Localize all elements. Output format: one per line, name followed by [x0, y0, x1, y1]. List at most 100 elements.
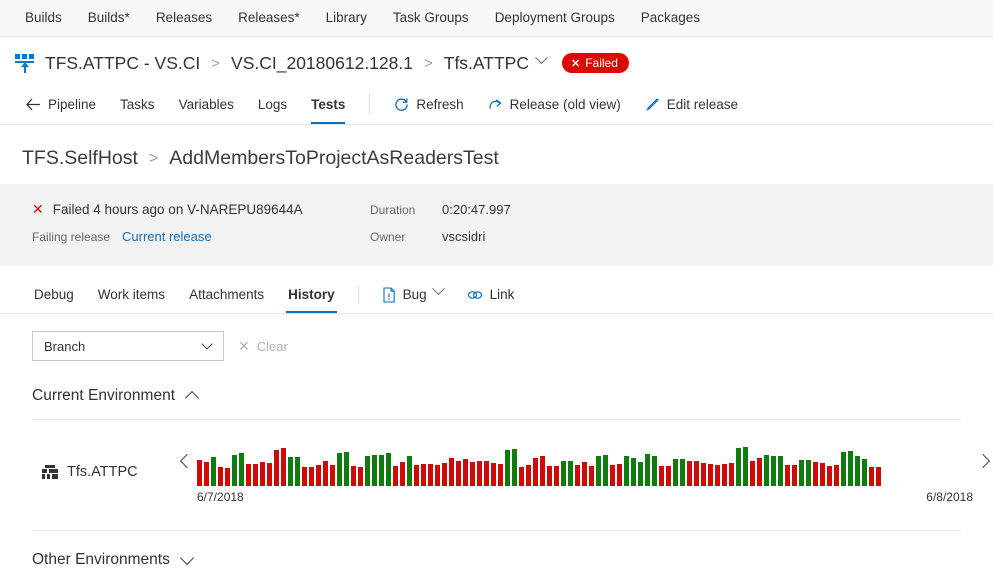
history-bar[interactable] [204, 462, 209, 486]
history-bar[interactable] [519, 467, 524, 486]
refresh-button[interactable]: Refresh [382, 85, 475, 124]
hub-nav-item[interactable]: Builds [12, 0, 75, 36]
history-bar[interactable] [498, 464, 503, 486]
history-bar[interactable] [274, 450, 279, 486]
hub-nav-item[interactable]: Releases* [225, 0, 313, 36]
history-bar[interactable] [449, 458, 454, 486]
tab-debug[interactable]: Debug [22, 276, 86, 313]
history-bar[interactable] [673, 459, 678, 486]
history-bar[interactable] [848, 451, 853, 486]
history-bar[interactable] [827, 466, 832, 486]
history-bar[interactable] [575, 465, 580, 486]
history-bar[interactable] [806, 460, 811, 486]
history-bar[interactable] [701, 463, 706, 486]
history-bar[interactable] [267, 463, 272, 486]
current-environment-section-header[interactable]: Current Environment [0, 387, 200, 406]
history-bar[interactable] [533, 458, 538, 486]
history-bar[interactable] [785, 465, 790, 486]
history-bar[interactable] [505, 450, 510, 486]
history-bar[interactable] [232, 455, 237, 486]
chevron-down-icon[interactable] [431, 282, 445, 296]
edit-release-button[interactable]: Edit release [633, 85, 750, 124]
history-bar[interactable] [477, 461, 482, 486]
tab-logs[interactable]: Logs [246, 85, 299, 124]
history-bar[interactable] [351, 466, 356, 486]
history-bar[interactable] [722, 464, 727, 486]
history-bar[interactable] [358, 467, 363, 486]
history-bar[interactable] [344, 452, 349, 486]
history-bar[interactable] [638, 462, 643, 486]
clear-filters-button[interactable]: ✕ Clear [238, 338, 288, 355]
history-bar[interactable] [295, 457, 300, 486]
history-bar[interactable] [757, 458, 762, 486]
history-bar[interactable] [589, 466, 594, 486]
chevron-down-icon[interactable] [535, 50, 548, 64]
history-bar[interactable] [246, 464, 251, 486]
history-bar[interactable] [610, 465, 615, 486]
hub-nav-item[interactable]: Library [313, 0, 380, 36]
history-bar[interactable] [561, 461, 566, 486]
history-bar[interactable] [302, 467, 307, 486]
breadcrumb-release[interactable]: VS.CI_20180612.128.1 [231, 53, 413, 74]
history-bar[interactable] [365, 456, 370, 486]
breadcrumb-definition[interactable]: TFS.ATTPC - VS.CI [45, 53, 200, 74]
history-bar[interactable] [694, 461, 699, 486]
history-bar[interactable] [323, 461, 328, 486]
history-bar[interactable] [708, 464, 713, 486]
other-environments-section-header[interactable]: Other Environments [0, 550, 194, 569]
history-bar[interactable] [491, 463, 496, 486]
history-bar[interactable] [309, 467, 314, 486]
history-bar[interactable] [820, 463, 825, 486]
history-bar[interactable] [540, 456, 545, 486]
tab-attachments[interactable]: Attachments [177, 276, 276, 313]
history-bar[interactable] [407, 456, 412, 486]
history-bar[interactable] [792, 465, 797, 486]
tab-tasks[interactable]: Tasks [108, 85, 167, 124]
history-bar[interactable] [372, 455, 377, 486]
history-bar[interactable] [582, 462, 587, 486]
history-bar[interactable] [624, 456, 629, 486]
history-bar[interactable] [659, 466, 664, 486]
history-bar[interactable] [484, 461, 489, 486]
history-bar[interactable] [855, 456, 860, 486]
history-bar[interactable] [463, 459, 468, 486]
history-bar[interactable] [211, 457, 216, 486]
history-bar[interactable] [876, 467, 881, 486]
history-bar[interactable] [666, 466, 671, 486]
history-bar[interactable] [617, 464, 622, 486]
history-bar[interactable] [799, 460, 804, 486]
back-to-pipeline-button[interactable]: Pipeline [14, 85, 108, 124]
history-bar[interactable] [862, 459, 867, 486]
history-bar[interactable] [813, 462, 818, 486]
test-suite-name[interactable]: TFS.SelfHost [22, 147, 138, 170]
history-bar[interactable] [428, 464, 433, 486]
history-bar[interactable] [442, 463, 447, 486]
tab-tests[interactable]: Tests [299, 85, 357, 124]
history-bar[interactable] [834, 465, 839, 486]
history-bar[interactable] [414, 465, 419, 486]
history-bar[interactable] [435, 465, 440, 486]
history-bar[interactable] [386, 453, 391, 486]
current-release-link[interactable]: Current release [122, 229, 212, 244]
history-bar[interactable] [456, 461, 461, 486]
chart-next-button[interactable] [973, 453, 993, 469]
history-bar[interactable] [239, 453, 244, 486]
history-bar[interactable] [526, 465, 531, 486]
history-bar[interactable] [568, 461, 573, 486]
history-bar[interactable] [554, 466, 559, 486]
history-bar[interactable] [512, 449, 517, 486]
history-bar[interactable] [652, 456, 657, 486]
hub-nav-item[interactable]: Task Groups [380, 0, 482, 36]
history-bar[interactable] [680, 459, 685, 486]
history-bar[interactable] [260, 462, 265, 486]
history-bar[interactable] [750, 461, 755, 486]
history-bar[interactable] [645, 454, 650, 486]
history-bar[interactable] [764, 455, 769, 486]
history-bar[interactable] [330, 465, 335, 486]
link-button[interactable]: Link [455, 276, 527, 313]
hub-nav-item[interactable]: Deployment Groups [482, 0, 628, 36]
tab-work-items[interactable]: Work items [86, 276, 177, 313]
status-badge[interactable]: ✕ Failed [561, 53, 629, 73]
tab-variables[interactable]: Variables [167, 85, 246, 124]
history-bar[interactable] [771, 456, 776, 486]
